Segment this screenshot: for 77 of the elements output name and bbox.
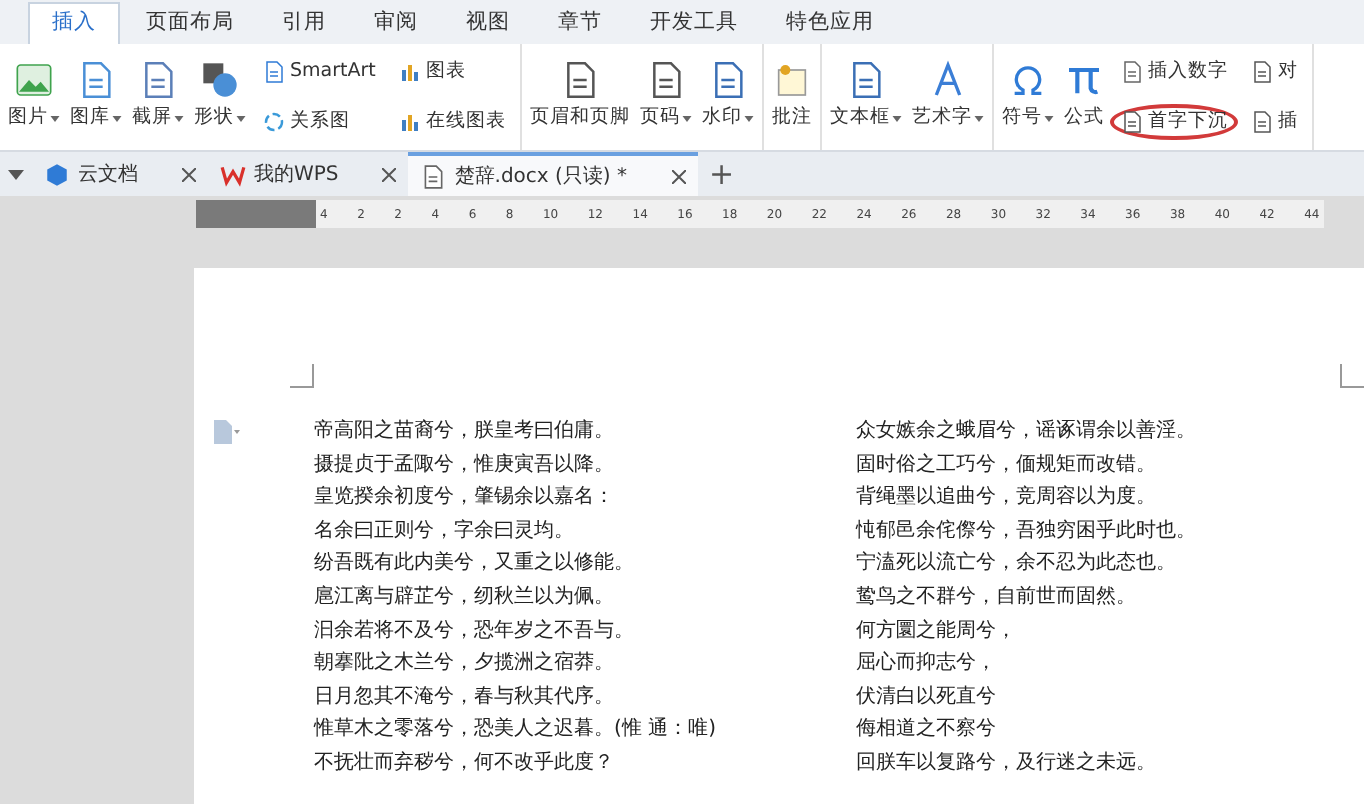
document-tab[interactable]: 我的WPS	[208, 152, 409, 196]
ribbon-button[interactable]: 页眉和页脚	[525, 44, 634, 150]
ribbon-button[interactable]: 水印	[697, 44, 758, 150]
poem-line: 皇览揆余初度兮，肇锡余以嘉名：	[314, 483, 616, 513]
close-icon[interactable]	[182, 167, 196, 181]
corner-mark	[290, 364, 314, 388]
shapes-icon	[200, 60, 240, 101]
poem-line: 不抚壮而弃秽兮，何不改乎此度？	[314, 749, 616, 778]
picture-icon	[14, 60, 54, 101]
page-icon	[262, 60, 286, 85]
menu-tab[interactable]: 引用	[260, 2, 348, 44]
tab-label: 楚辞.docx (只读) *	[454, 163, 627, 191]
poem-line: 汩余若将不及兮，恐年岁之不吾与。	[314, 617, 636, 646]
close-icon[interactable]	[382, 167, 397, 181]
poem-line: 名余曰正则兮，字余曰灵均。	[314, 517, 576, 546]
page-icon	[1249, 60, 1274, 85]
new-tab-button[interactable]: +	[697, 159, 747, 189]
poem-line: 纷吾既有此内美兮，又重之以修能。	[314, 549, 636, 579]
menu-tab[interactable]: 页面布局	[124, 2, 256, 44]
poem-line: 朝搴阰之木兰兮，夕揽洲之宿莽。	[314, 649, 616, 679]
ribbon-button[interactable]: 形状	[190, 44, 250, 150]
ribbon-small-button[interactable]: 对	[1239, 54, 1308, 91]
document-tab[interactable]: 云文档	[32, 152, 208, 196]
menu-tab[interactable]: 插入	[28, 2, 120, 44]
close-icon[interactable]	[671, 169, 685, 183]
menu-tab[interactable]: 视图	[444, 2, 532, 44]
poem-line: 伏清白以死直兮	[855, 683, 998, 712]
cycle-icon	[262, 109, 286, 134]
caret-icon[interactable]	[8, 169, 24, 179]
poem-line: 惟草木之零落兮，恐美人之迟暮。(惟 通：唯)	[314, 715, 716, 745]
poem-line: 摄提贞于孟陬兮，惟庚寅吾以降。	[314, 451, 616, 480]
poem-line: 何方圜之能周兮，	[855, 617, 1018, 646]
ribbon-button[interactable]: 批注	[767, 44, 816, 150]
ribbon-button[interactable]: 文本框	[825, 44, 906, 150]
poem-line: 众女嫉余之蛾眉兮，谣诼谓余以善淫。	[855, 417, 1196, 446]
ribbon-button[interactable]: 图库	[66, 44, 126, 150]
document-icon	[420, 163, 447, 189]
w-logo-icon	[220, 161, 246, 187]
ribbon-button[interactable]: 符号	[997, 44, 1058, 150]
document-tab[interactable]: 楚辞.docx (只读) *	[408, 152, 697, 196]
tab-label: 我的WPS	[254, 161, 339, 189]
poem-line: 侮相道之不察兮	[855, 715, 998, 745]
ribbon-small-button[interactable]: 首字下沉	[1109, 103, 1238, 140]
corner-mark	[1340, 364, 1364, 388]
poem-line: 鸷鸟之不群兮，自前世而固然。	[855, 583, 1138, 612]
poem-line: 忳郁邑余侘傺兮，吾独穷困乎此时也。	[855, 517, 1196, 546]
ribbon-button[interactable]: 图片	[4, 44, 64, 150]
poem-line: 帝高阳之苗裔兮，朕皇考曰伯庸。	[314, 417, 616, 446]
poem-line: 固时俗之工巧兮，偭规矩而改错。	[855, 451, 1158, 480]
menu-tab[interactable]: 特色应用	[764, 2, 896, 44]
ribbon-button[interactable]: 截屏	[128, 44, 188, 150]
poem-line: 扈江离与辟芷兮，纫秋兰以为佩。	[314, 583, 616, 612]
ribbon-small-button[interactable]: 图表	[387, 54, 516, 91]
tab-label: 云文档	[78, 161, 138, 189]
poem-line: 宁溘死以流亡兮，余不忍为此态也。	[855, 549, 1178, 579]
poem-line: 日月忽其不淹兮，春与秋其代序。	[314, 683, 616, 712]
page-icon	[1249, 109, 1274, 134]
poem-line: 屈心而抑志兮，	[855, 649, 998, 679]
ribbon-button[interactable]: 公式	[1059, 44, 1108, 150]
page-icon	[1119, 109, 1144, 134]
ruler-margin	[196, 200, 316, 228]
poem-line: 背绳墨以追曲兮，竞周容以为度。	[855, 483, 1158, 513]
page-icon	[1119, 60, 1144, 85]
ribbon-small-button[interactable]: 插	[1239, 103, 1308, 140]
bar-chart-icon	[397, 60, 422, 85]
ribbon-small-button[interactable]: 在线图表	[387, 103, 516, 140]
ribbon-button[interactable]: 艺术字	[907, 44, 988, 150]
poem-line: 回朕车以复路兮，及行迷之未远。	[855, 749, 1158, 778]
menu-tab[interactable]: 章节	[536, 2, 624, 44]
ribbon-button[interactable]: 页码	[635, 44, 696, 150]
bar-chart-icon	[397, 109, 422, 134]
menu-tab[interactable]: 开发工具	[628, 2, 760, 44]
ribbon-small-button[interactable]: 插入数字	[1109, 54, 1238, 91]
menu-tab[interactable]: 审阅	[352, 2, 440, 44]
cube-icon	[44, 161, 70, 187]
ribbon-small-button[interactable]: 关系图	[252, 103, 386, 140]
ribbon-small-button[interactable]: SmartArt	[252, 54, 386, 91]
